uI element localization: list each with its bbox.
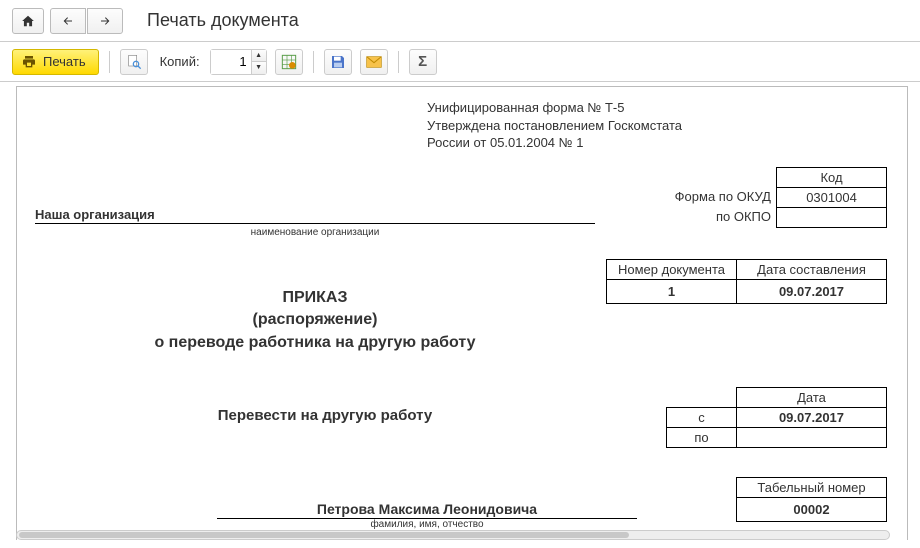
tabnum-box: Табельный номер 00002	[736, 477, 887, 522]
copies-input[interactable]	[211, 50, 251, 74]
date-from-value: 09.07.2017	[737, 408, 887, 428]
separator	[109, 51, 110, 73]
date-range-box: Дата с 09.07.2017 по	[666, 387, 887, 448]
printer-icon	[21, 54, 37, 70]
scrollbar-thumb[interactable]	[19, 532, 629, 538]
spinner: ▲ ▼	[251, 50, 266, 74]
date-value: 09.07.2017	[737, 280, 887, 304]
envelope-icon	[366, 55, 382, 69]
print-button[interactable]: Печать	[12, 49, 99, 75]
magnifier-doc-icon	[126, 54, 142, 70]
numdate-box: Номер документа Дата составления 1 09.07…	[606, 259, 887, 304]
separator	[398, 51, 399, 73]
form-meta-line: России от 05.01.2004 № 1	[427, 134, 727, 152]
horizontal-scrollbar[interactable]	[16, 530, 890, 540]
okud-labels: Форма по ОКУД по ОКПО	[675, 187, 771, 227]
okud-label: Форма по ОКУД	[675, 187, 771, 207]
form-meta-line: Утверждена постановлением Госкомстата	[427, 117, 727, 135]
sum-button[interactable]: Σ	[409, 49, 437, 75]
tabnum-header: Табельный номер	[737, 478, 887, 498]
order-title: ПРИКАЗ (распоряжение) о переводе работни…	[35, 287, 595, 354]
document-page: Унифицированная форма № Т-5 Утверждена п…	[16, 86, 908, 540]
date-from-label: с	[667, 408, 737, 428]
sigma-icon: Σ	[418, 53, 427, 70]
home-button[interactable]	[12, 8, 44, 34]
home-icon	[21, 14, 35, 28]
forward-button[interactable]	[87, 8, 123, 34]
date2-header: Дата	[737, 388, 887, 408]
code-box: Код 0301004	[776, 167, 887, 228]
form-meta: Унифицированная форма № Т-5 Утверждена п…	[427, 99, 727, 152]
numdoc-header: Номер документа	[607, 260, 737, 280]
okpo-value	[777, 208, 887, 228]
numdoc-value: 1	[607, 280, 737, 304]
spin-up[interactable]: ▲	[252, 50, 266, 62]
settings-button[interactable]	[275, 49, 303, 75]
form-meta-line: Унифицированная форма № Т-5	[427, 99, 727, 117]
fio-caption: фамилия, имя, отчество	[217, 519, 637, 530]
arrow-left-icon	[60, 15, 76, 27]
document-viewport: Унифицированная форма № Т-5 Утверждена п…	[0, 82, 920, 540]
copies-label: Копий:	[160, 54, 200, 69]
date-to-label: по	[667, 428, 737, 448]
transfer-heading: Перевести на другую работу	[35, 407, 615, 424]
back-button[interactable]	[50, 8, 86, 34]
grid-gear-icon	[281, 54, 297, 70]
org-name: Наша организация	[35, 207, 595, 224]
okpo-label: по ОКПО	[675, 207, 771, 227]
print-label: Печать	[43, 54, 86, 69]
copies-stepper[interactable]: ▲ ▼	[210, 49, 267, 75]
arrow-right-icon	[97, 15, 113, 27]
okud-value: 0301004	[777, 188, 887, 208]
date-header: Дата составления	[737, 260, 887, 280]
window-title: Печать документа	[147, 10, 299, 31]
code-header: Код	[777, 168, 887, 188]
preview-button[interactable]	[120, 49, 148, 75]
order-line: (распоряжение)	[35, 309, 595, 331]
toolbar: Печать Копий: ▲ ▼ Σ	[0, 42, 920, 82]
order-line: о переводе работника на другую работу	[35, 332, 595, 354]
spin-down[interactable]: ▼	[252, 62, 266, 74]
tabnum-value: 00002	[737, 498, 887, 522]
date-to-value	[737, 428, 887, 448]
order-line: ПРИКАЗ	[35, 287, 595, 309]
separator	[313, 51, 314, 73]
fio-value: Петрова Максима Леонидовича	[217, 501, 637, 519]
email-button[interactable]	[360, 49, 388, 75]
org-caption: наименование организации	[35, 227, 595, 238]
nav-group	[50, 8, 123, 34]
title-bar: Печать документа	[0, 0, 920, 42]
diskette-icon	[330, 54, 346, 70]
save-button[interactable]	[324, 49, 352, 75]
